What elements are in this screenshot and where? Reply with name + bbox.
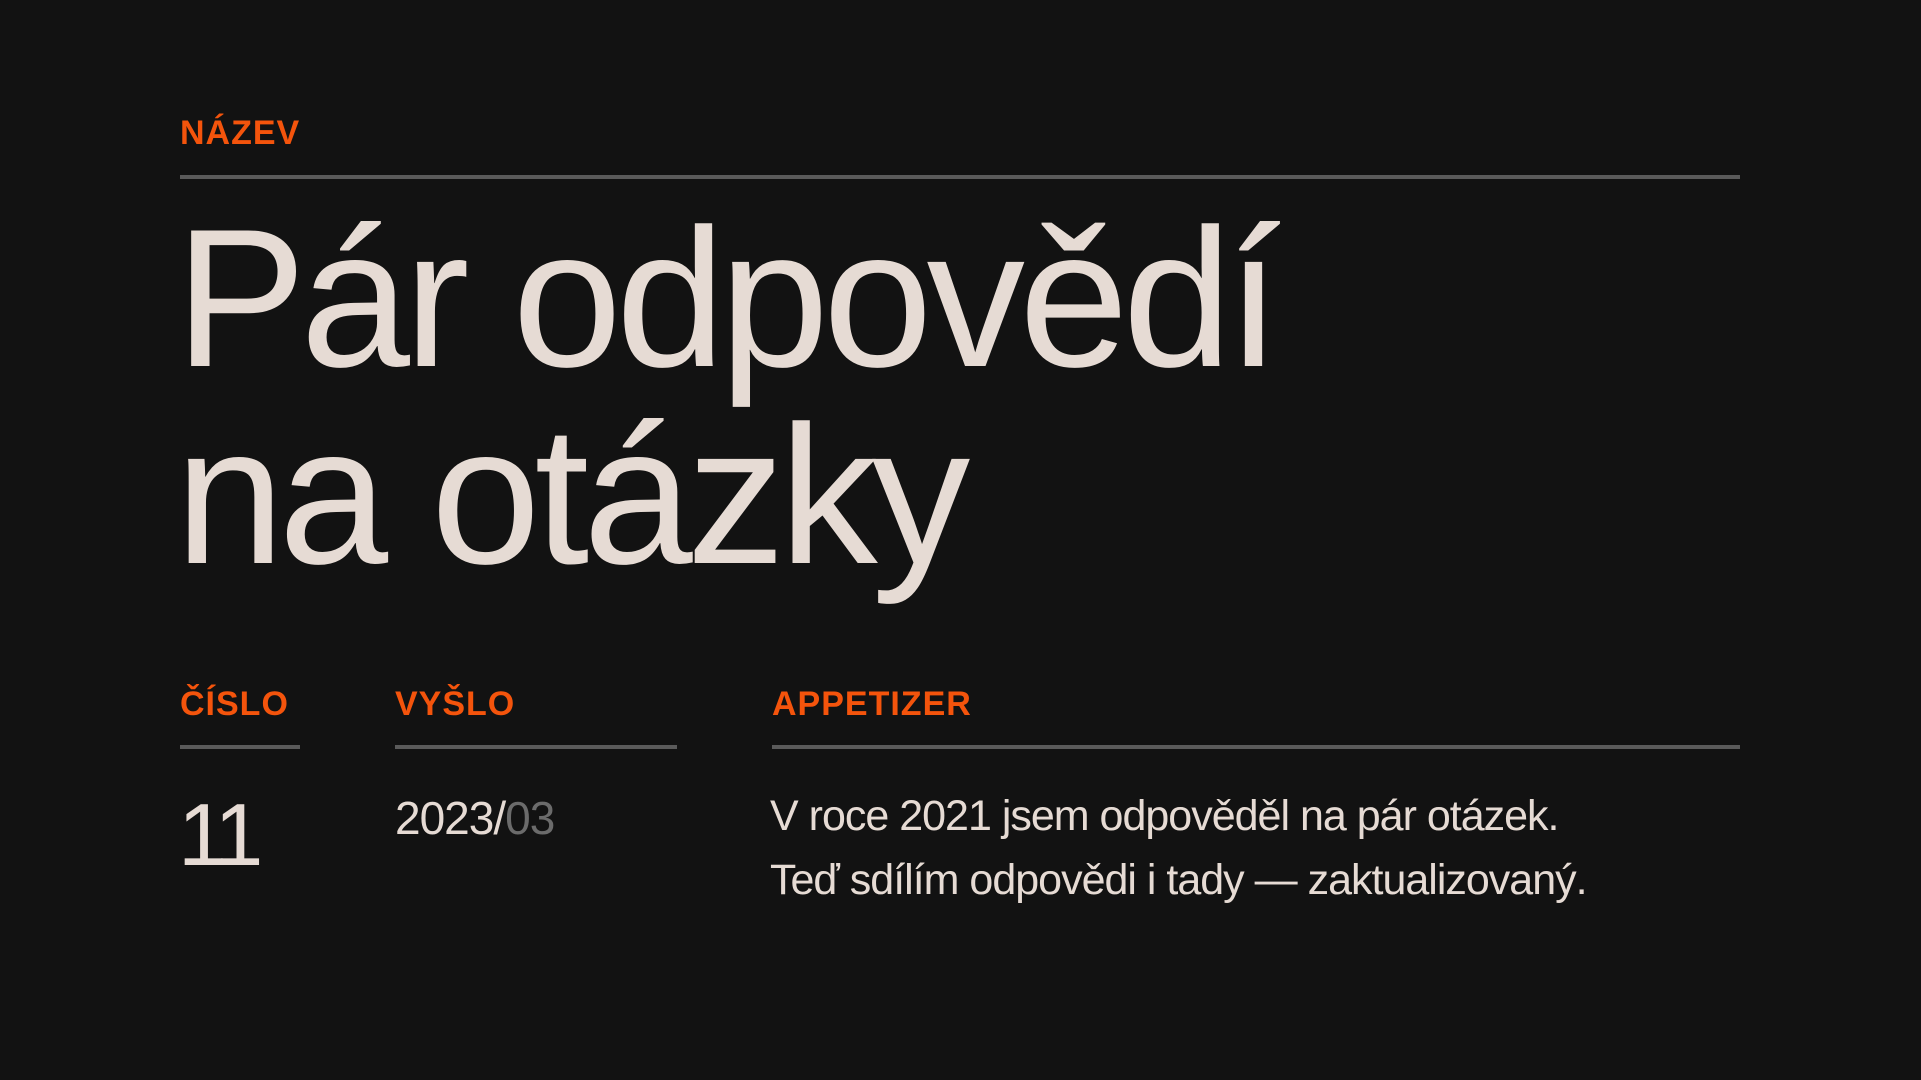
issue-divider (180, 745, 300, 749)
title-line-2: na otázky (175, 385, 970, 605)
issue-number: 11 (178, 785, 263, 884)
page-title: Pár odpovědí na otázky (175, 188, 1281, 605)
appetizer-divider (772, 745, 1740, 749)
appetizer-label: APPETIZER (772, 685, 972, 723)
issue-label: ČÍSLO (180, 685, 289, 723)
published-year: 2023/ (395, 792, 506, 844)
published-label: VYŠLO (395, 685, 516, 723)
published-month: 03 (505, 792, 555, 844)
title-divider (180, 175, 1740, 179)
title-line-1: Pár odpovědí (175, 188, 1281, 408)
title-card: NÁZEV Pár odpovědí na otázky ČÍSLO 11 VY… (0, 0, 1921, 1080)
appetizer-line-2: Teď sdílím odpovědi i tady — zaktualizov… (770, 856, 1588, 904)
title-label: NÁZEV (180, 114, 301, 152)
published-divider (395, 745, 677, 749)
published-date: 2023/03 (395, 790, 555, 846)
appetizer-line-1: V roce 2021 jsem odpověděl na pár otázek… (770, 792, 1559, 840)
appetizer-text: V roce 2021 jsem odpověděl na pár otázek… (770, 784, 1588, 912)
